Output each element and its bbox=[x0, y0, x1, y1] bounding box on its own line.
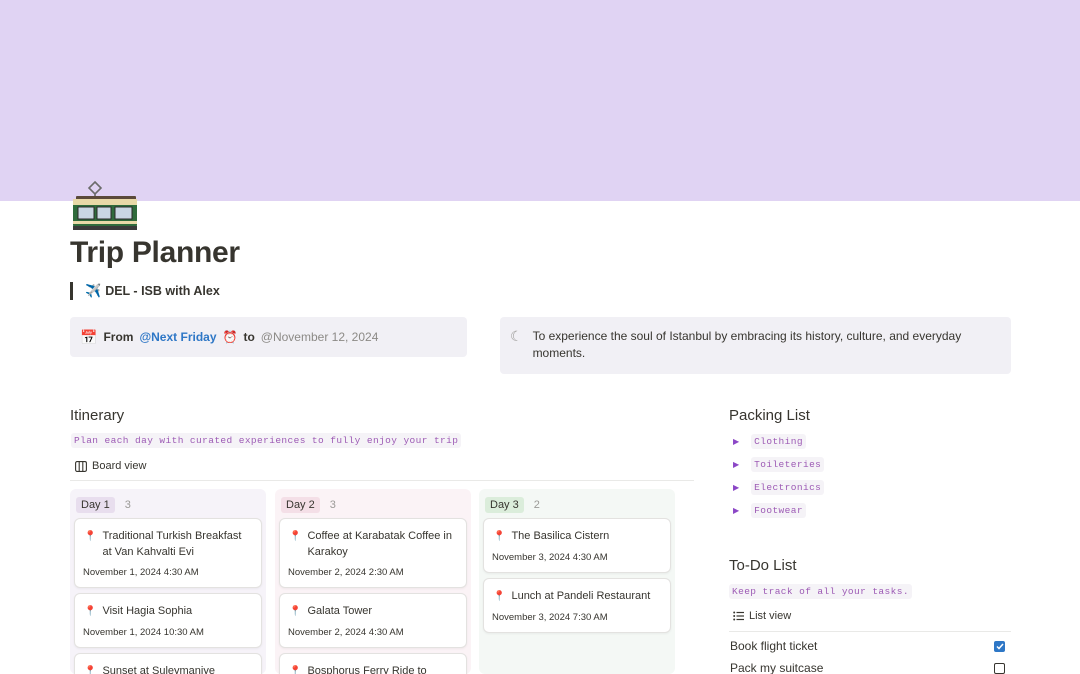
packing-item-label: Electronics bbox=[751, 480, 825, 495]
card-date: November 2, 2024 4:30 AM bbox=[288, 627, 404, 638]
end-date-mention[interactable]: @November 12, 2024 bbox=[261, 330, 379, 344]
pushpin-icon: 📍 bbox=[289, 606, 302, 617]
card-title: 📍 The Basilica Cistern bbox=[493, 529, 662, 545]
card-title-text: Bosphorus Ferry Ride to bbox=[307, 665, 427, 674]
card-title-text: The Basilica Cistern bbox=[511, 530, 610, 542]
page-title: Trip Planner bbox=[70, 236, 240, 269]
trip-subtitle: DEL - ISB with Alex bbox=[105, 284, 220, 298]
triangle-right-icon[interactable]: ▶ bbox=[733, 437, 739, 446]
to-label: to bbox=[243, 330, 255, 344]
todo-checkbox[interactable] bbox=[994, 640, 1005, 652]
card-date: November 2, 2024 2:30 AM bbox=[288, 567, 404, 578]
trip-quote: ✈️ DEL - ISB with Alex bbox=[70, 282, 220, 300]
dates-callout: 📅 From @Next Friday ⏰ to @November 12, 2… bbox=[70, 317, 467, 357]
cover-banner bbox=[0, 0, 1080, 201]
card-date: November 3, 2024 4:30 AM bbox=[492, 552, 608, 563]
card-title: 📍 Sunset at Suleymaniye Mosque bbox=[84, 664, 253, 674]
column-count: 2 bbox=[533, 499, 540, 511]
todo-label: Pack my suitcase bbox=[730, 661, 824, 674]
crescent-moon-icon: ☾ bbox=[510, 328, 523, 344]
itinerary-card[interactable]: 📍 Visit Hagia Sophia November 1, 2024 10:3… bbox=[74, 593, 262, 648]
card-title: 📍 Traditional Turkish Breakfast at Van Ka… bbox=[84, 529, 253, 560]
packing-toggle-item[interactable]: ▶ Clothing bbox=[733, 434, 806, 449]
pushpin-icon: 📍 bbox=[84, 606, 97, 617]
card-title-text: Lunch at Pandeli Restaurant bbox=[511, 590, 651, 602]
card-date: November 1, 2024 10:30 AM bbox=[83, 627, 204, 638]
column-header: Day 2 3 bbox=[281, 497, 336, 513]
card-title: 📍 Lunch at Pandeli Restaurant bbox=[493, 589, 662, 605]
itinerary-card[interactable]: 📍 Lunch at Pandeli Restaurant November 3, … bbox=[483, 578, 671, 633]
card-title-text: Visit Hagia Sophia bbox=[102, 605, 193, 617]
pushpin-icon: 📍 bbox=[493, 531, 506, 542]
triangle-right-icon[interactable]: ▶ bbox=[733, 506, 739, 515]
board-icon bbox=[75, 460, 87, 472]
goal-callout: ☾ To experience the soul of Istanbul by … bbox=[500, 317, 1011, 374]
card-date: November 3, 2024 7:30 AM bbox=[492, 612, 608, 623]
todo-item: Book flight ticket bbox=[730, 639, 1005, 653]
column-count: 3 bbox=[329, 499, 336, 511]
todo-label: Book flight ticket bbox=[730, 639, 818, 653]
calendar-icon: 📅 bbox=[80, 328, 98, 345]
itinerary-card[interactable]: 📍 Traditional Turkish Breakfast at Van Ka… bbox=[74, 518, 262, 588]
todo-heading: To-Do List bbox=[729, 557, 797, 574]
from-label: From bbox=[103, 330, 134, 344]
column-name-badge[interactable]: Day 1 bbox=[76, 497, 115, 513]
card-title: 📍 Bosphorus Ferry Ride to bbox=[289, 664, 458, 674]
todo-item: Pack my suitcase bbox=[730, 661, 1005, 674]
triangle-right-icon[interactable]: ▶ bbox=[733, 483, 739, 492]
column-name-badge[interactable]: Day 2 bbox=[281, 497, 320, 513]
airplane-icon: ✈️ bbox=[85, 283, 102, 298]
packing-item-label: Footwear bbox=[751, 503, 806, 518]
list-view-tab[interactable]: List view bbox=[733, 610, 791, 622]
pushpin-icon: 📍 bbox=[493, 591, 506, 602]
card-title-text: Traditional Turkish Breakfast at Van Kah… bbox=[102, 530, 242, 558]
list-icon bbox=[733, 611, 744, 621]
card-title: 📍 Coffee at Karabatak Coffee in Karakoy bbox=[289, 529, 458, 560]
pushpin-icon: 📍 bbox=[289, 666, 302, 674]
itinerary-card[interactable]: 📍 Coffee at Karabatak Coffee in Karakoy No… bbox=[279, 518, 467, 588]
card-title-text: Sunset at Suleymaniye Mosque bbox=[102, 665, 215, 674]
triangle-right-icon[interactable]: ▶ bbox=[733, 460, 739, 469]
card-title: 📍 Visit Hagia Sophia bbox=[84, 604, 253, 620]
itinerary-card[interactable]: 📍 Bosphorus Ferry Ride to bbox=[279, 653, 467, 674]
board-view-tab[interactable]: Board view bbox=[75, 460, 146, 472]
todo-description: Keep track of all your tasks. bbox=[729, 584, 912, 599]
board-view-label: Board view bbox=[92, 460, 147, 472]
board-column: Day 2 3 📍 Coffee at Karabatak Coffee in Kar… bbox=[275, 489, 471, 674]
card-title: 📍 Galata Tower bbox=[289, 604, 458, 620]
start-date-mention[interactable]: @Next Friday bbox=[139, 330, 216, 344]
itinerary-card[interactable]: 📍 Sunset at Suleymaniye Mosque bbox=[74, 653, 262, 674]
alarm-clock-icon: ⏰ bbox=[222, 330, 238, 344]
packing-toggle-item[interactable]: ▶ Toileteries bbox=[733, 457, 825, 472]
pushpin-icon: 📍 bbox=[84, 666, 97, 674]
column-header: Day 1 3 bbox=[76, 497, 131, 513]
pushpin-icon: 📍 bbox=[84, 531, 97, 542]
column-count: 3 bbox=[124, 499, 131, 511]
itinerary-card[interactable]: 📍 The Basilica Cistern November 3, 2024 4:… bbox=[483, 518, 671, 573]
packing-toggle-item[interactable]: ▶ Footwear bbox=[733, 503, 806, 518]
column-header: Day 3 2 bbox=[485, 497, 540, 513]
pushpin-icon: 📍 bbox=[289, 531, 302, 542]
packing-item-label: Clothing bbox=[751, 434, 806, 449]
column-name-badge[interactable]: Day 3 bbox=[485, 497, 524, 513]
tram-icon[interactable] bbox=[70, 180, 138, 232]
todo-divider bbox=[729, 631, 1011, 632]
itinerary-description: Plan each day with curated experiences t… bbox=[71, 433, 462, 448]
todo-checkbox[interactable] bbox=[994, 662, 1005, 674]
packing-toggle-item[interactable]: ▶ Electronics bbox=[733, 480, 825, 495]
list-view-label: List view bbox=[749, 610, 792, 622]
goal-text: To experience the soul of Istanbul by em… bbox=[532, 329, 962, 360]
itinerary-heading: Itinerary bbox=[70, 407, 125, 424]
packing-item-label: Toileteries bbox=[751, 457, 825, 472]
card-date: November 1, 2024 4:30 AM bbox=[83, 567, 199, 578]
itinerary-card[interactable]: 📍 Galata Tower November 2, 2024 4:30 AM bbox=[279, 593, 467, 648]
packing-heading: Packing List bbox=[729, 407, 810, 424]
card-title-text: Coffee at Karabatak Coffee in Karakoy bbox=[307, 530, 452, 558]
board-column: Day 3 2 📍 The Basilica Cistern November 3, 2… bbox=[479, 489, 675, 674]
itinerary-divider bbox=[70, 480, 694, 481]
card-title-text: Galata Tower bbox=[307, 605, 373, 617]
board-column: Day 1 3 📍 Traditional Turkish Breakfast at … bbox=[70, 489, 266, 674]
